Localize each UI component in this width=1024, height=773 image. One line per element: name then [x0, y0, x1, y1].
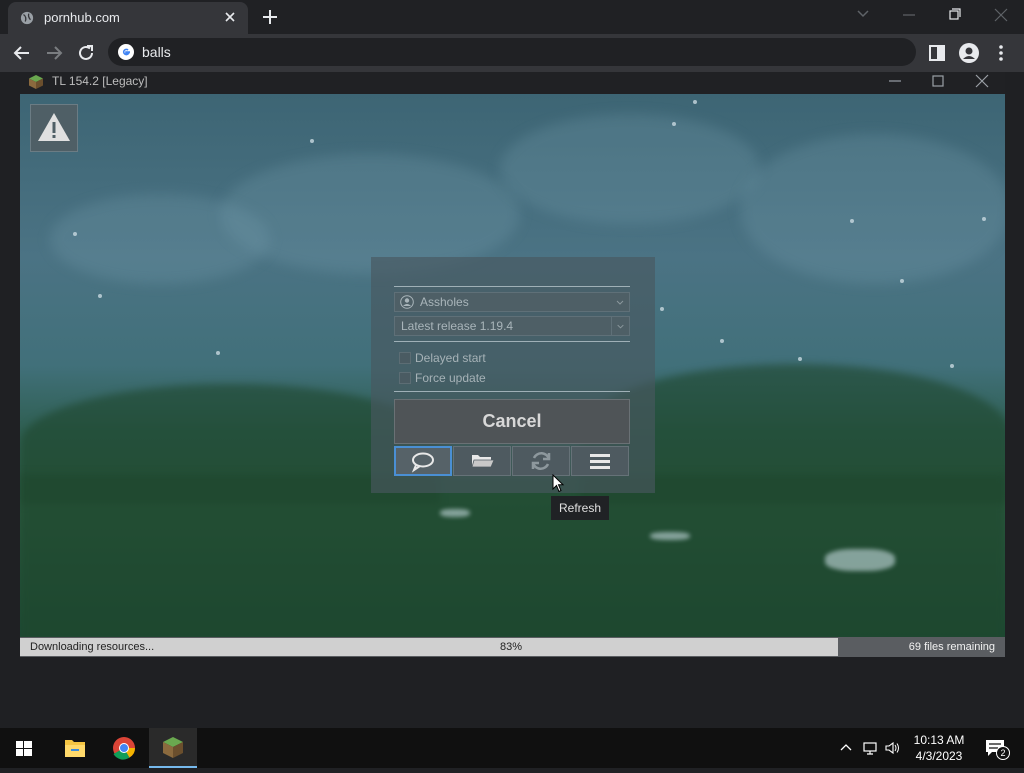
minimize-icon[interactable] [886, 0, 932, 30]
browser-toolbar: balls [0, 34, 1024, 72]
globe-icon [20, 11, 34, 25]
cancel-button[interactable]: Cancel [394, 399, 630, 444]
notification-center-button[interactable]: 2 [984, 738, 1010, 760]
minecraft-launcher-icon [163, 737, 183, 758]
launcher-maximize-icon[interactable] [923, 72, 953, 94]
progress-status: Downloading resources... [30, 641, 155, 653]
profile-icon[interactable] [958, 42, 980, 64]
delayed-start-checkbox[interactable] [399, 352, 411, 364]
launcher-window: TL 154.2 [Legacy] Assholes Latest releas… [20, 72, 1005, 657]
file-explorer-button[interactable] [51, 728, 99, 768]
windows-logo-icon [16, 741, 32, 756]
divider [394, 286, 630, 287]
network-icon[interactable] [862, 740, 878, 756]
browser-tab[interactable]: pornhub.com [8, 2, 248, 34]
files-remaining: 69 files remaining [908, 641, 995, 653]
browser-tab-strip: pornhub.com [0, 0, 1024, 34]
restore-icon[interactable] [932, 0, 978, 30]
account-select[interactable]: Assholes [394, 292, 630, 312]
refresh-button[interactable] [512, 446, 570, 476]
back-icon[interactable] [11, 42, 33, 64]
divider [394, 391, 630, 392]
account-select-value: Assholes [420, 295, 469, 309]
chrome-button[interactable] [100, 728, 148, 768]
reload-icon[interactable] [75, 42, 97, 64]
force-update-label: Force update [415, 371, 486, 385]
refresh-tooltip: Refresh [551, 496, 609, 520]
version-select-value: Latest release 1.19.4 [401, 319, 514, 333]
google-icon [118, 44, 134, 60]
chevron-down-icon [616, 300, 624, 305]
launcher-minimize-icon[interactable] [880, 72, 910, 94]
chrome-icon [113, 737, 135, 760]
close-window-icon[interactable] [978, 0, 1024, 30]
warning-button[interactable] [30, 104, 78, 152]
folder-button[interactable] [453, 446, 511, 476]
mouse-cursor-icon [552, 474, 565, 493]
volume-icon[interactable] [884, 740, 900, 756]
force-update-checkbox[interactable] [399, 372, 411, 384]
divider [394, 341, 630, 342]
version-select[interactable]: Latest release 1.19.4 [394, 316, 630, 336]
grass-block-icon [29, 75, 43, 89]
tab-search-icon[interactable] [840, 0, 886, 30]
launcher-close-icon[interactable] [967, 72, 997, 94]
chat-button[interactable] [394, 446, 452, 476]
chevron-up-icon[interactable] [838, 740, 854, 756]
menu-button[interactable] [571, 446, 629, 476]
more-options-icon[interactable] [990, 42, 1012, 64]
address-text: balls [142, 44, 171, 60]
forward-icon[interactable] [43, 42, 65, 64]
tab-title: pornhub.com [44, 10, 120, 25]
user-icon [400, 295, 414, 309]
minecraft-launcher-button[interactable] [149, 728, 197, 768]
chat-icon [411, 452, 434, 473]
taskbar: 10:13 AM 4/3/2023 2 [0, 728, 1024, 768]
warning-icon [38, 113, 70, 141]
close-tab-icon[interactable] [222, 9, 238, 25]
file-explorer-icon [65, 740, 85, 757]
launcher-titlebar[interactable]: TL 154.2 [Legacy] [20, 72, 1005, 94]
chevron-down-icon [611, 317, 624, 335]
notification-badge: 2 [996, 746, 1010, 760]
refresh-icon [531, 452, 551, 470]
address-bar[interactable]: balls [108, 38, 916, 66]
progress-percent: 83% [500, 641, 523, 653]
launcher-title: TL 154.2 [Legacy] [52, 74, 148, 88]
background-scene: Assholes Latest release 1.19.4 Delayed s… [20, 94, 1005, 637]
side-panel-icon[interactable] [926, 42, 948, 64]
menu-icon [590, 454, 610, 469]
folder-icon [471, 455, 495, 468]
system-clock[interactable]: 10:13 AM 4/3/2023 [906, 732, 972, 764]
clock-time: 10:13 AM [913, 733, 965, 747]
delayed-start-label: Delayed start [415, 351, 486, 365]
start-button[interactable] [0, 728, 48, 768]
clock-date: 4/3/2023 [915, 749, 963, 763]
download-progress-bar: Downloading resources... 83% 69 files re… [20, 637, 1005, 657]
new-tab-icon[interactable] [260, 7, 280, 27]
